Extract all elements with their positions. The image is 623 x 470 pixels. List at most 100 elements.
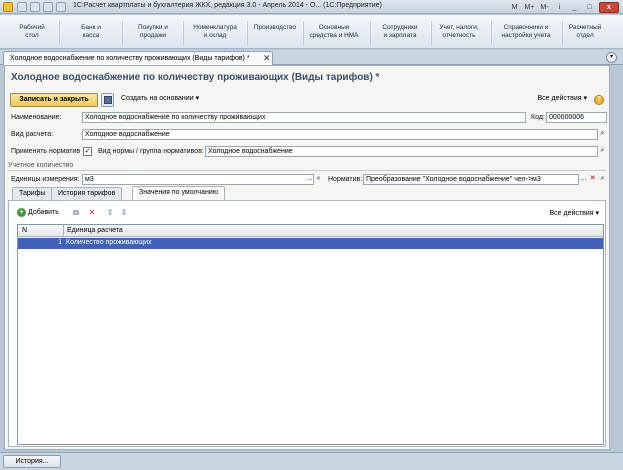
name-label: Наименование: xyxy=(11,114,62,121)
move-down-icon[interactable]: ⇩ xyxy=(119,208,129,218)
table-header: N Единица расчета xyxy=(18,225,603,237)
section-payroll-line1: Сотрудники xyxy=(382,24,418,31)
section-bank-line1: Банк и xyxy=(81,24,101,31)
section-taxes[interactable]: Учет, налоги, отчетность xyxy=(432,24,486,40)
info-button[interactable]: i xyxy=(554,2,565,13)
ellipsis-icon[interactable]: … xyxy=(579,174,588,185)
normative-field[interactable]: Преобразование "Холодное водоснабжение" … xyxy=(363,174,579,185)
create-based-on-button[interactable]: Создать на основании ▾ xyxy=(117,93,203,107)
column-unit[interactable]: Единица расчета xyxy=(67,227,123,234)
page-title: Холодное водоснабжение по количеству про… xyxy=(11,72,380,83)
name-field[interactable]: Холодное водоснабжение по количеству про… xyxy=(82,112,526,123)
search-icon[interactable]: ⌕ xyxy=(314,174,323,185)
calc-type-label: Вид расчета: xyxy=(11,131,54,138)
search-icon[interactable]: ⌕ xyxy=(598,146,607,157)
tab-tariff-history[interactable]: История тарифов xyxy=(51,187,123,200)
section-divider xyxy=(183,21,184,45)
memory-button[interactable]: M xyxy=(509,2,520,13)
back-arrow-icon[interactable] xyxy=(17,2,27,12)
default-values-table: N Единица расчета 1 Количество проживающ… xyxy=(17,224,604,445)
section-production-line1: Производство xyxy=(253,24,297,31)
section-fixed-assets[interactable]: Основные средства и НМА xyxy=(304,24,364,40)
memory-minus-button[interactable]: M- xyxy=(539,2,550,13)
section-payroll[interactable]: Сотрудники и зарплата xyxy=(374,24,426,40)
app-logo-icon xyxy=(3,2,13,12)
move-up-icon[interactable]: ⇧ xyxy=(105,208,115,218)
column-divider[interactable] xyxy=(63,225,64,237)
section-bank[interactable]: Банк и касса xyxy=(70,24,112,40)
ellipsis-icon[interactable]: … xyxy=(305,174,314,185)
search-icon[interactable]: ⌕ xyxy=(598,129,607,140)
window-title: 1С:Расчет квартплаты и бухгалтерия ЖКХ, … xyxy=(73,2,382,9)
section-billing-line2: отдел xyxy=(576,32,594,39)
section-fixed-assets-line2: средства и НМА xyxy=(309,32,359,39)
section-divider xyxy=(122,21,123,45)
home-icon[interactable] xyxy=(43,2,53,12)
section-taxes-line2: отчетность xyxy=(442,32,476,39)
add-button[interactable]: + Добавить xyxy=(17,208,59,217)
close-icon[interactable]: ✕ xyxy=(263,53,271,64)
window-controls: M M+ M- i _ □ x xyxy=(509,1,619,13)
maximize-button[interactable]: □ xyxy=(584,2,595,13)
table-row[interactable]: 1 Количество проживающих xyxy=(18,238,603,249)
code-field[interactable]: 000000006 xyxy=(546,112,607,123)
section-warehouse-line1: Номенклатура xyxy=(193,24,237,31)
row-number: 1 xyxy=(58,239,62,246)
window-close-button[interactable]: x xyxy=(599,1,619,13)
memory-plus-button[interactable]: M+ xyxy=(524,2,535,13)
norm-type-field[interactable]: Холодное водоснабжение xyxy=(205,146,598,157)
section-sales[interactable]: Покупки и продажи xyxy=(128,24,178,40)
save-button[interactable] xyxy=(101,93,114,107)
default-values-panel: + Добавить ⧉ ✕ ⇧ ⇩ Все действия ▾ N Едини… xyxy=(8,200,606,447)
section-divider xyxy=(562,21,563,45)
section-settings-line2: настройки учета xyxy=(501,32,551,39)
tariff-form: Холодное водоснабжение по количеству про… xyxy=(4,65,610,450)
column-n[interactable]: N xyxy=(22,227,27,234)
section-payroll-line2: и зарплата xyxy=(383,32,417,39)
code-label: Код: xyxy=(531,114,545,121)
group-divider xyxy=(8,170,606,171)
section-bank-line2: касса xyxy=(82,32,100,39)
calc-type-field[interactable]: Холодное водоснабжение xyxy=(82,129,598,140)
section-production[interactable]: Производство xyxy=(248,24,302,32)
apply-norm-checkbox[interactable]: ✓ xyxy=(83,147,92,156)
clear-icon[interactable]: ✕ xyxy=(588,174,597,185)
units-field[interactable]: м3 xyxy=(82,174,314,185)
units-label: Единицы измерения: xyxy=(11,176,80,183)
history-button[interactable]: История... xyxy=(3,455,61,468)
title-bar: 1С:Расчет квартплаты и бухгалтерия ЖКХ, … xyxy=(0,0,623,14)
section-taxes-line1: Учет, налоги, xyxy=(439,24,479,31)
floppy-disk-icon xyxy=(104,96,112,104)
section-desktop[interactable]: Рабочий стол xyxy=(12,24,52,40)
section-divider xyxy=(59,21,60,45)
group-title: Учетное количество xyxy=(8,162,74,169)
section-warehouse-line2: и склад xyxy=(203,32,227,39)
norm-type-label: Вид нормы / группа нормативов: xyxy=(98,148,204,155)
tab-tariffs[interactable]: Тарифы xyxy=(12,187,53,200)
star-icon[interactable] xyxy=(56,2,66,12)
forward-arrow-icon[interactable] xyxy=(30,2,40,12)
section-billing-line1: Расчетный xyxy=(568,24,602,31)
section-billing[interactable]: Расчетный отдел xyxy=(564,24,606,40)
section-sales-line2: продажи xyxy=(140,32,166,39)
section-desktop-line2: стол xyxy=(25,32,39,39)
section-settings[interactable]: Справочники и настройки учета xyxy=(492,24,560,40)
chevron-down-icon[interactable]: ▾ xyxy=(606,52,617,63)
section-warehouse[interactable]: Номенклатура и склад xyxy=(186,24,244,40)
row-unit: Количество проживающих xyxy=(66,239,152,246)
section-sales-line1: Покупки и xyxy=(138,24,168,31)
all-actions-button[interactable]: Все действия ▾ xyxy=(534,93,591,107)
tab-default-values[interactable]: Значения по умолчанию xyxy=(132,186,225,200)
search-icon[interactable]: ⌕ xyxy=(598,174,607,185)
delete-icon[interactable]: ✕ xyxy=(87,208,97,218)
save-and-close-button[interactable]: Записать и закрыть xyxy=(10,93,98,107)
section-desktop-line1: Рабочий xyxy=(19,24,45,31)
table-all-actions-button[interactable]: Все действия ▾ xyxy=(550,209,599,217)
document-tab[interactable]: Холодное водоснабжение по количеству про… xyxy=(3,51,273,65)
apply-norm-label: Применять норматив xyxy=(11,148,81,155)
help-icon[interactable]: ? xyxy=(594,95,604,105)
section-settings-line1: Справочники и xyxy=(503,24,549,31)
copy-icon[interactable]: ⧉ xyxy=(71,208,81,218)
minimize-button[interactable]: _ xyxy=(569,2,580,13)
section-divider xyxy=(370,21,371,45)
